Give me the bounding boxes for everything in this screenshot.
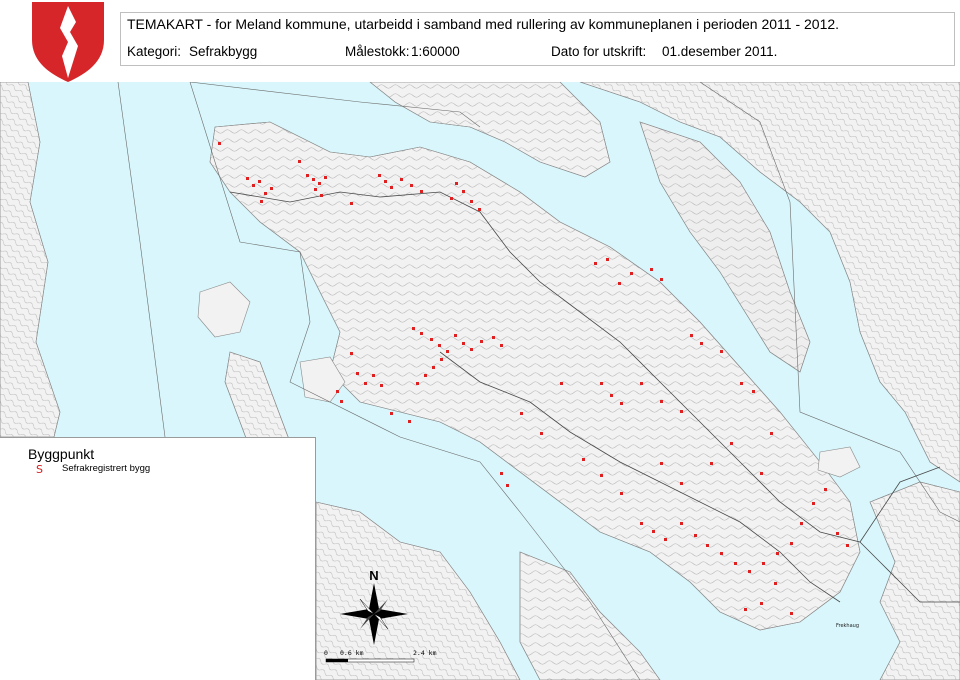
scalebar-label-1: 0.6 km [340, 649, 364, 657]
date-value: 01.desember 2011. [662, 44, 778, 59]
scale-bar: 0 0.6 km 2.4 km [318, 643, 438, 663]
scale-value: 1:60000 [411, 44, 460, 59]
scalebar-label-0: 0 [324, 649, 328, 657]
legend-heading: Byggpunkt [28, 446, 95, 462]
scalebar-bar [325, 658, 415, 663]
category-value: Sefrakbygg [189, 44, 258, 59]
legend-item-sefrak: Sefrakregistrert bygg [62, 463, 151, 474]
map-title: TEMAKART - for Meland kommune, utarbeidd… [127, 16, 840, 32]
scale-label: Målestokk: [345, 44, 410, 59]
map-legend: Byggpunkt S Sefrakregistrert bygg [0, 437, 316, 680]
north-arrow-icon: N [340, 568, 408, 645]
sefrak-symbol-icon: S [36, 463, 43, 476]
category-label: Kategori: [127, 44, 182, 59]
map-header: TEMAKART - for Meland kommune, utarbeidd… [120, 12, 955, 66]
date-label: Dato for utskrift: [551, 44, 647, 59]
north-label: N [369, 568, 378, 583]
place-name-frekhaug: Frekhaug [836, 623, 859, 629]
scalebar-label-2: 2.4 km [413, 649, 437, 657]
municipal-crest-logo [32, 2, 104, 82]
